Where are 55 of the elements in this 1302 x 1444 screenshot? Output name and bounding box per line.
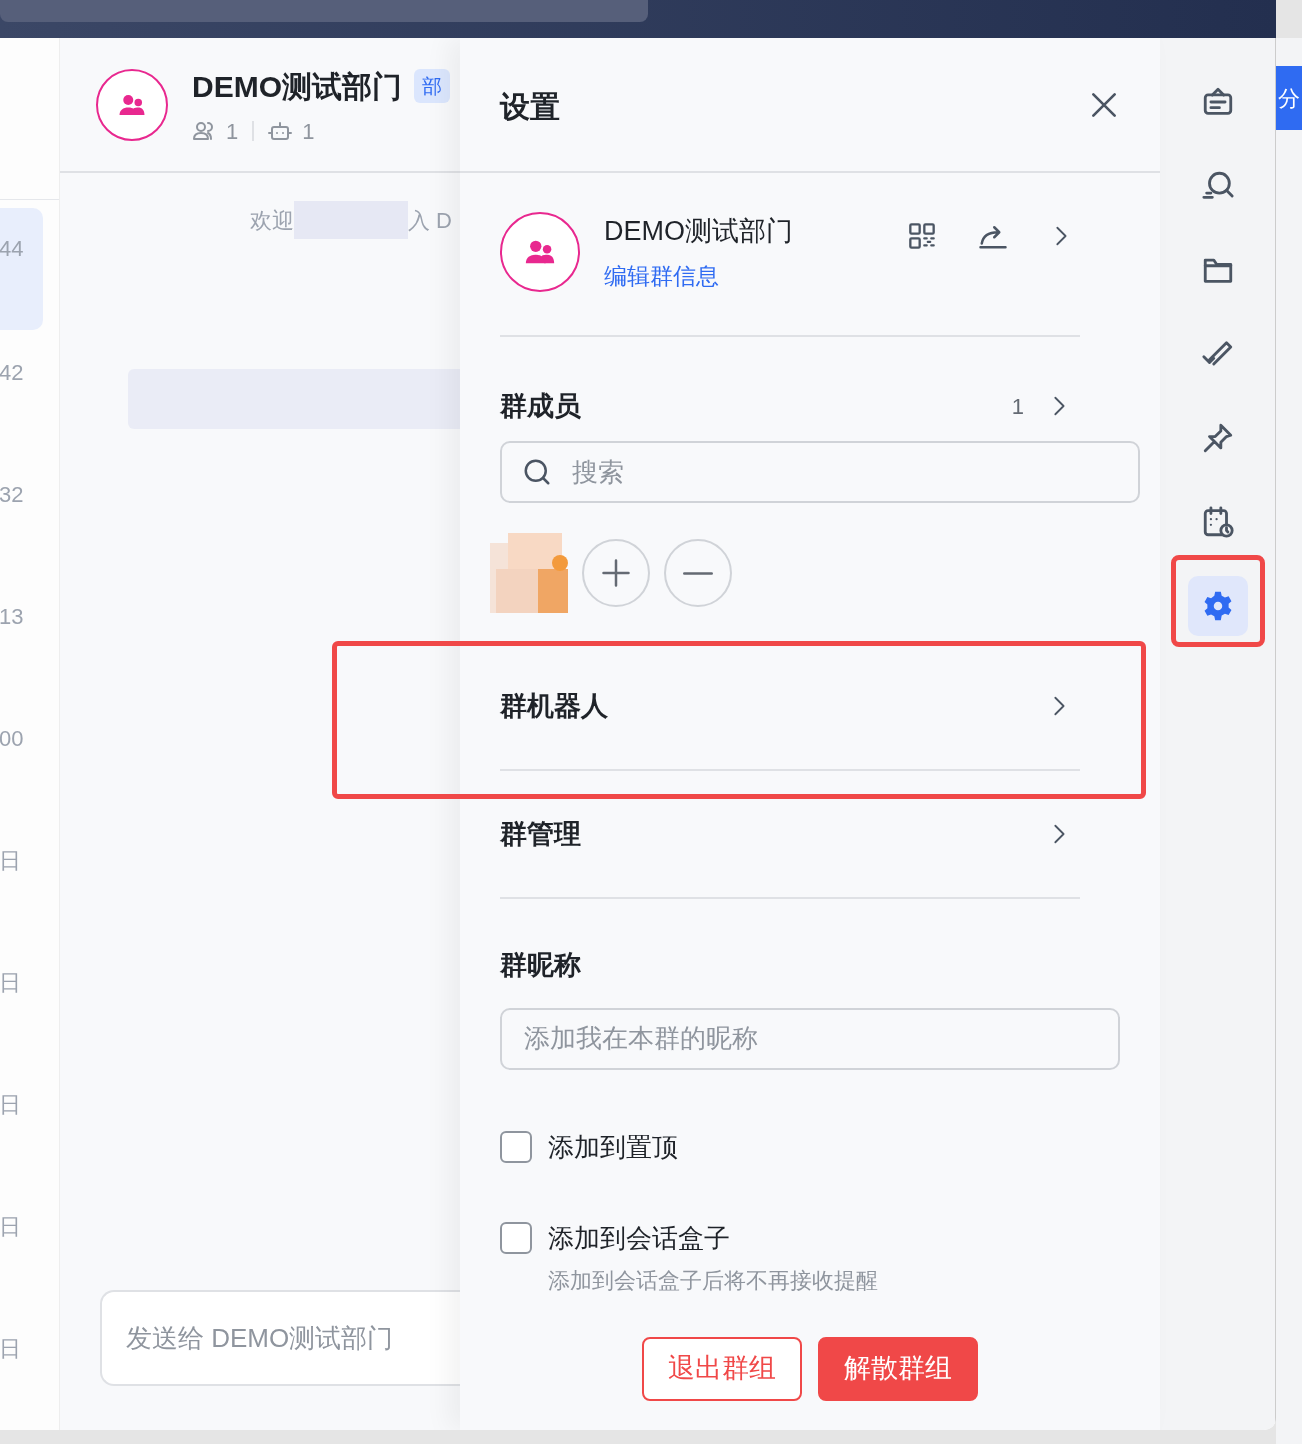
leave-button[interactable]: 退出群组 <box>642 1336 802 1401</box>
row-label: 群机器人 <box>500 689 608 723</box>
welcome-text: 欢迎 <box>250 206 294 235</box>
group-name: DEMO测试部门 <box>604 214 794 248</box>
time-text: 42 <box>0 362 24 384</box>
robot-icon <box>268 119 293 143</box>
settings-row[interactable]: 群管理 <box>500 771 1080 899</box>
checkbox[interactable] <box>500 1222 532 1254</box>
qr-code-icon[interactable] <box>908 222 936 250</box>
conversation-item[interactable]: 日 <box>0 942 59 1064</box>
time-text: 32 <box>0 484 24 506</box>
toolbar-button[interactable] <box>1187 576 1248 636</box>
member-count: 1 <box>1011 392 1024 421</box>
edit-group-link[interactable]: 编辑群信息 <box>604 259 884 294</box>
member-search-field[interactable]: 搜索 <box>500 441 1140 503</box>
time-text: 日 <box>0 1338 21 1360</box>
conversation-item[interactable]: 00 <box>0 698 59 820</box>
welcome-text: 入 D <box>408 206 452 235</box>
add-member-button[interactable] <box>582 539 650 607</box>
time-text: 日 <box>0 1216 21 1238</box>
section-title: 群成员 <box>500 389 581 423</box>
search-icon <box>522 457 552 487</box>
member-count: 1 <box>226 117 239 146</box>
option-label: 添加到置顶 <box>548 1130 678 1164</box>
section-title: 群昵称 <box>500 949 582 982</box>
disband-button[interactable]: 解散群组 <box>818 1336 978 1401</box>
time-text: 13 <box>0 606 24 628</box>
conversation-item[interactable]: 日 <box>0 820 59 942</box>
time-text: 日 <box>0 850 21 872</box>
chat-title: DEMO测试部门 <box>192 68 402 105</box>
row-label: 群管理 <box>500 817 581 851</box>
minus-icon <box>683 571 713 575</box>
conversation-item[interactable]: 日 <box>0 1308 59 1430</box>
conversation-item[interactable]: 日 <box>0 1064 59 1186</box>
settings-row[interactable]: 群机器人 <box>500 643 1080 771</box>
time-text: 44 <box>0 238 24 260</box>
time-text: 日 <box>0 1094 21 1116</box>
bot-count: 1 <box>302 117 315 146</box>
time-text: 日 <box>0 972 21 994</box>
option-label: 添加到会话盒子 <box>548 1221 730 1255</box>
time-text: 00 <box>0 728 24 750</box>
conversation-item[interactable]: 13 <box>0 576 59 698</box>
nickname-field[interactable]: 添加我在本群的昵称 <box>500 1007 1120 1070</box>
conversation-item[interactable]: 42 <box>0 332 59 454</box>
checkbox[interactable] <box>500 1131 532 1163</box>
conversation-item[interactable]: 44 <box>0 208 43 330</box>
panel-title: 设置 <box>500 89 560 125</box>
hint-text: 添加到会话盒子后将不再接收提醒 <box>548 1266 879 1295</box>
share-button[interactable]: 分 <box>1276 66 1302 130</box>
message-input[interactable]: 发送给 DEMO测试部门 <box>100 1290 460 1386</box>
department-badge: 部 <box>414 69 450 103</box>
members-icon <box>192 119 216 143</box>
conversation-item[interactable]: 32 <box>0 454 59 576</box>
plus-icon <box>601 558 631 588</box>
conversation-item[interactable]: 日 <box>0 1186 59 1308</box>
